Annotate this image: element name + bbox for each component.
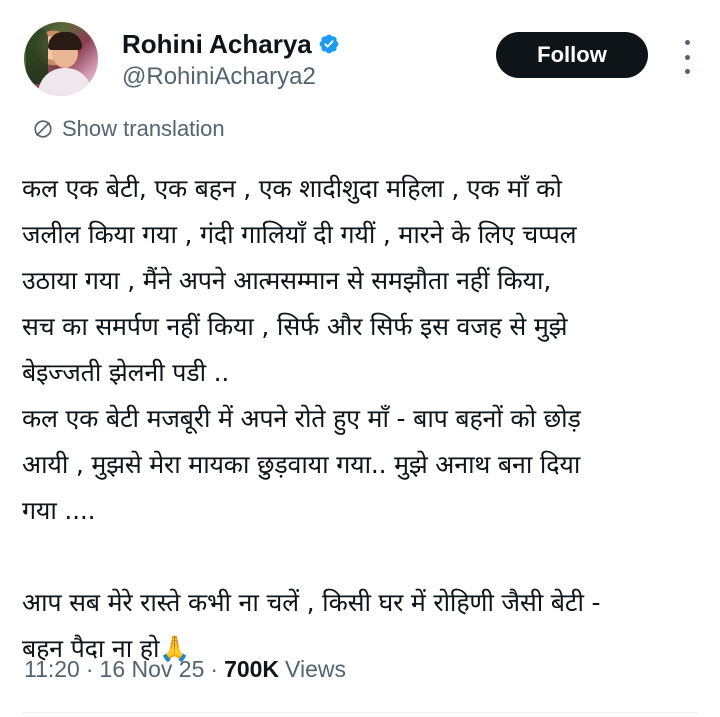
tweet-text-line: कल एक बेटी मजबूरी में अपने रोते हुए माँ … [22, 404, 581, 433]
tweet-date[interactable]: 16 Nov 25 [100, 656, 205, 683]
verified-badge-icon [319, 34, 339, 54]
avatar-hair [48, 32, 82, 50]
more-options-icon[interactable] [680, 40, 694, 74]
tweet-meta: 11:20 · 16 Nov 25 · 700K Views [24, 656, 346, 683]
tweet-text-line: आप सब मेरे रास्ते कभी ना चलें , किसी घर … [22, 588, 601, 617]
translate-globe-icon [34, 120, 52, 138]
views-count[interactable]: 700K [224, 656, 279, 683]
tweet-time[interactable]: 11:20 [24, 656, 80, 683]
avatar[interactable] [24, 22, 98, 96]
more-dot [684, 40, 690, 45]
author-name-row[interactable]: Rohini Acharya [122, 28, 340, 60]
tweet-text-line: कल एक बेटी, एक बहन , एक शादीशुदा महिला ,… [22, 174, 562, 203]
tweet-text: कल एक बेटी, एक बहन , एक शादीशुदा महिला ,… [22, 166, 702, 672]
author-display-name[interactable]: Rohini Acharya [122, 28, 312, 60]
tweet-text-line: जलील किया गया , गंदी गालियाँ दी गयीं , म… [22, 220, 577, 249]
follow-button[interactable]: Follow [496, 32, 648, 78]
tweet-text-line: उठाया गया , मैंने अपने आत्मसम्मान से समझ… [22, 266, 552, 295]
views-label: Views [285, 656, 346, 682]
show-translation-link[interactable]: Show translation [32, 116, 225, 142]
tweet-text-line: गया .... [22, 496, 96, 525]
more-dot [684, 69, 690, 74]
tweet-card: Rohini Acharya @RohiniAcharya2 Follow Sh… [0, 0, 720, 717]
tweet-text-line: बेइज्जती झेलनी पडी .. [22, 358, 230, 387]
author-info: Rohini Acharya @RohiniAcharya2 [122, 28, 340, 92]
more-dot [684, 54, 690, 60]
meta-separator: · [85, 656, 94, 682]
tweet-text-line: आयी , मुझसे मेरा मायका छुड़वाया गया.. मु… [22, 450, 581, 479]
tweet-header: Rohini Acharya @RohiniAcharya2 Follow [24, 22, 696, 102]
show-translation-label: Show translation [62, 116, 225, 141]
tweet-text-line: सच का समर्पण नहीं किया , सिर्फ और सिर्फ … [22, 312, 568, 341]
meta-separator: · [210, 656, 219, 682]
divider [22, 712, 698, 713]
author-handle[interactable]: @RohiniAcharya2 [122, 62, 340, 92]
